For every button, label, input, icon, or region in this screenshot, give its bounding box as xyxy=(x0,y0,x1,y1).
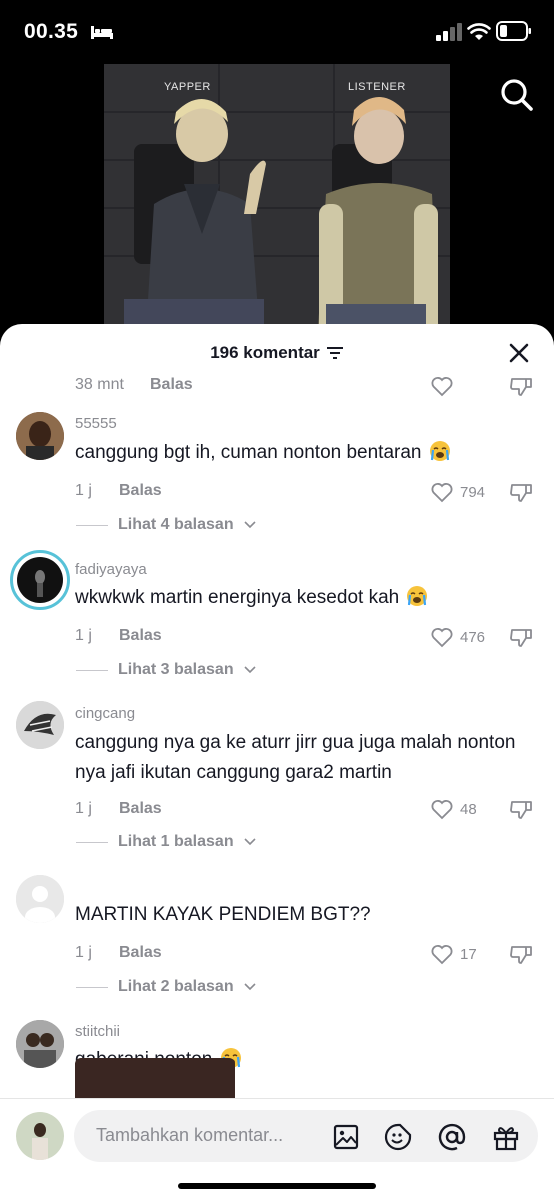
comment-text: MARTIN KAYAK PENDIEM BGT?? xyxy=(75,904,371,925)
crying-emoji-icon xyxy=(429,441,450,461)
chevron-down-icon xyxy=(244,521,256,529)
avatar[interactable] xyxy=(16,1020,64,1068)
like-count: 794 xyxy=(460,483,486,501)
comment-time: 1 j xyxy=(75,627,92,644)
comment-count-label: 196 komentar xyxy=(210,343,320,362)
comment-text: wkwkwk martin energinya kesedot kah xyxy=(75,583,515,613)
comments-header: 196 komentar xyxy=(0,324,554,380)
comment-input[interactable]: Tambahkan komentar... xyxy=(74,1110,538,1162)
close-icon[interactable] xyxy=(506,340,532,366)
chevron-down-icon xyxy=(244,838,256,846)
view-replies-label: Lihat 3 balasan xyxy=(118,661,234,678)
video-frame xyxy=(104,64,450,364)
heart-icon xyxy=(431,945,453,965)
comment-time: 1 j xyxy=(75,800,92,817)
avatar-story-ring[interactable] xyxy=(10,550,70,610)
like-button[interactable]: 17 xyxy=(430,942,477,966)
avatar[interactable] xyxy=(16,701,64,749)
view-replies-button[interactable]: Lihat 4 balasan xyxy=(76,516,256,534)
comment-time: 38 mnt xyxy=(75,376,124,393)
divider-line xyxy=(76,669,108,671)
like-button[interactable]: 48 xyxy=(430,797,477,821)
dislike-icon[interactable] xyxy=(509,942,533,966)
dislike-icon[interactable] xyxy=(509,374,533,398)
view-replies-button[interactable]: Lihat 1 balasan xyxy=(76,833,256,851)
reply-button[interactable]: Balas xyxy=(119,944,162,962)
sort-filter-icon[interactable] xyxy=(326,346,344,360)
comment-text: canggung nya ga ke aturr jirr gua juga m… xyxy=(75,732,516,783)
status-bar: 00.35 xyxy=(0,0,554,64)
view-replies-button[interactable]: Lihat 2 balasan xyxy=(76,978,256,996)
comment-time: 1 j xyxy=(75,482,92,499)
avatar[interactable] xyxy=(16,412,64,460)
dislike-icon[interactable] xyxy=(509,797,533,821)
search-icon[interactable] xyxy=(498,76,534,112)
video-label-right: LISTENER xyxy=(348,81,406,93)
like-button[interactable]: 476 xyxy=(430,625,485,649)
crying-emoji-icon xyxy=(407,586,428,606)
reply-button[interactable]: Balas xyxy=(119,800,162,818)
comment-username[interactable]: cingcang xyxy=(75,705,135,722)
view-replies-button[interactable]: Lihat 3 balasan xyxy=(76,661,256,679)
user-avatar[interactable] xyxy=(16,1112,64,1160)
video-player[interactable]: YAPPER LISTENER xyxy=(104,64,450,364)
like-count: 17 xyxy=(460,945,477,963)
chevron-down-icon xyxy=(244,983,256,991)
heart-icon xyxy=(431,483,453,503)
sticker-icon[interactable] xyxy=(384,1123,412,1151)
comments-title[interactable]: 196 komentar xyxy=(0,343,554,363)
divider-line xyxy=(76,986,108,988)
comment-text: canggung bgt ih, cuman nonton bentaran xyxy=(75,438,515,468)
dislike-icon[interactable] xyxy=(509,480,533,504)
view-replies-label: Lihat 2 balasan xyxy=(118,978,234,995)
view-replies-label: Lihat 4 balasan xyxy=(118,516,234,533)
comment-time: 1 j xyxy=(75,944,92,961)
gift-icon[interactable] xyxy=(492,1123,520,1151)
comment-text-content: canggung bgt ih, cuman nonton bentaran xyxy=(75,442,422,463)
reply-button[interactable]: Balas xyxy=(119,482,162,500)
reply-button[interactable]: Balas xyxy=(119,627,162,645)
bed-icon xyxy=(91,26,113,39)
comment-username[interactable]: 55555 xyxy=(75,415,117,432)
heart-icon xyxy=(431,628,453,648)
chevron-down-icon xyxy=(244,666,256,674)
reply-button[interactable]: Balas xyxy=(150,376,193,394)
comment-username[interactable]: fadiyayaya xyxy=(75,561,147,578)
home-indicator xyxy=(178,1183,376,1189)
comment-text-content: wkwkwk martin energinya kesedot kah xyxy=(75,587,400,608)
divider-line xyxy=(76,524,108,526)
image-icon[interactable] xyxy=(332,1123,360,1151)
signal-icon xyxy=(436,23,462,41)
comment-image-thumbnail[interactable] xyxy=(75,1058,235,1100)
mention-icon[interactable] xyxy=(438,1123,466,1151)
like-count: 476 xyxy=(460,628,486,646)
dislike-icon[interactable] xyxy=(509,625,533,649)
view-replies-label: Lihat 1 balasan xyxy=(118,833,234,850)
divider-line xyxy=(76,841,108,843)
heart-icon xyxy=(431,800,453,820)
like-count: 48 xyxy=(460,800,477,818)
comment-input-placeholder: Tambahkan komentar... xyxy=(96,1125,284,1145)
wifi-icon xyxy=(467,23,491,40)
battery-icon xyxy=(496,21,531,41)
like-button[interactable]: 794 xyxy=(430,480,485,504)
comment-username[interactable]: stiitchii xyxy=(75,1023,120,1040)
status-time: 00.35 xyxy=(24,20,79,43)
heart-icon[interactable] xyxy=(430,374,454,398)
default-avatar-icon[interactable] xyxy=(16,875,64,923)
video-label-left: YAPPER xyxy=(164,81,211,93)
